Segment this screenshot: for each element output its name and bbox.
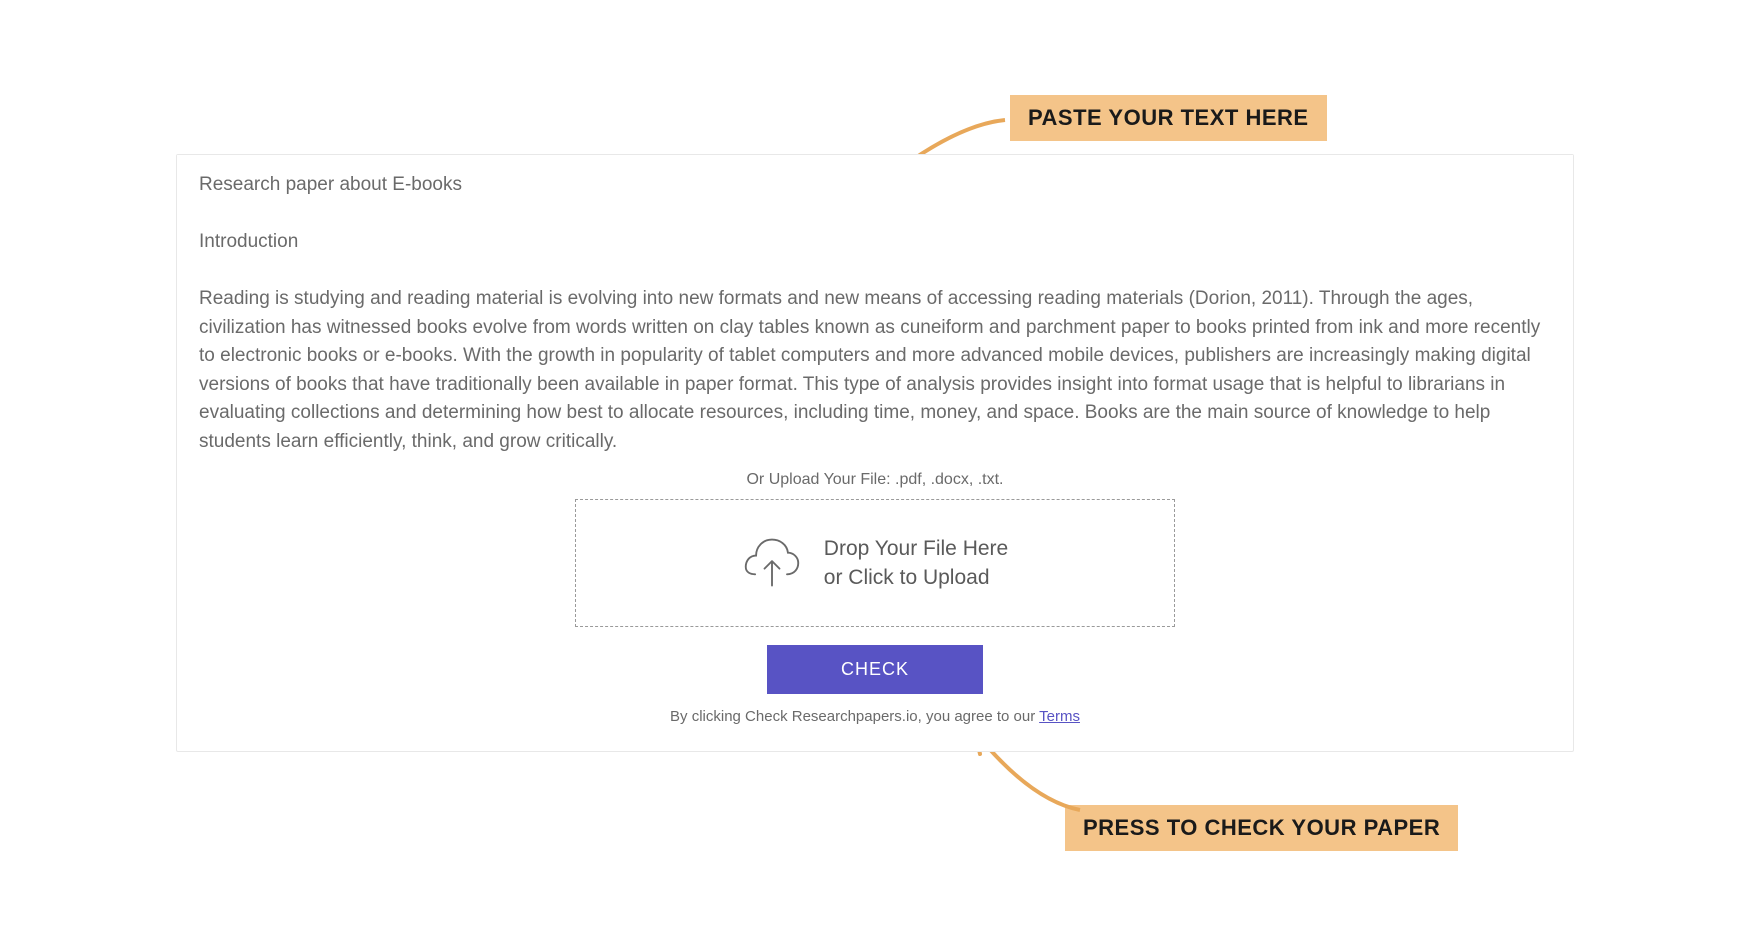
check-button[interactable]: CHECK	[767, 645, 983, 694]
file-dropzone[interactable]: Drop Your File Here or Click to Upload	[575, 499, 1175, 627]
terms-link[interactable]: Terms	[1039, 708, 1080, 725]
upload-hint-label: Or Upload Your File: .pdf, .docx, .txt.	[177, 455, 1573, 499]
annotation-check-label: PRESS TO CHECK YOUR PAPER	[1065, 805, 1458, 851]
dropzone-line1: Drop Your File Here	[824, 534, 1008, 563]
terms-prefix: By clicking Check Researchpapers.io, you…	[670, 708, 1039, 725]
terms-text: By clicking Check Researchpapers.io, you…	[177, 708, 1573, 751]
text-input[interactable]	[177, 155, 1573, 455]
annotation-paste-label: PASTE YOUR TEXT HERE	[1010, 95, 1327, 141]
textarea-wrapper	[177, 155, 1573, 455]
checker-card: Or Upload Your File: .pdf, .docx, .txt. …	[176, 154, 1574, 752]
dropzone-text: Drop Your File Here or Click to Upload	[824, 534, 1008, 593]
dropzone-line2: or Click to Upload	[824, 563, 1008, 592]
cloud-upload-icon	[742, 536, 802, 590]
